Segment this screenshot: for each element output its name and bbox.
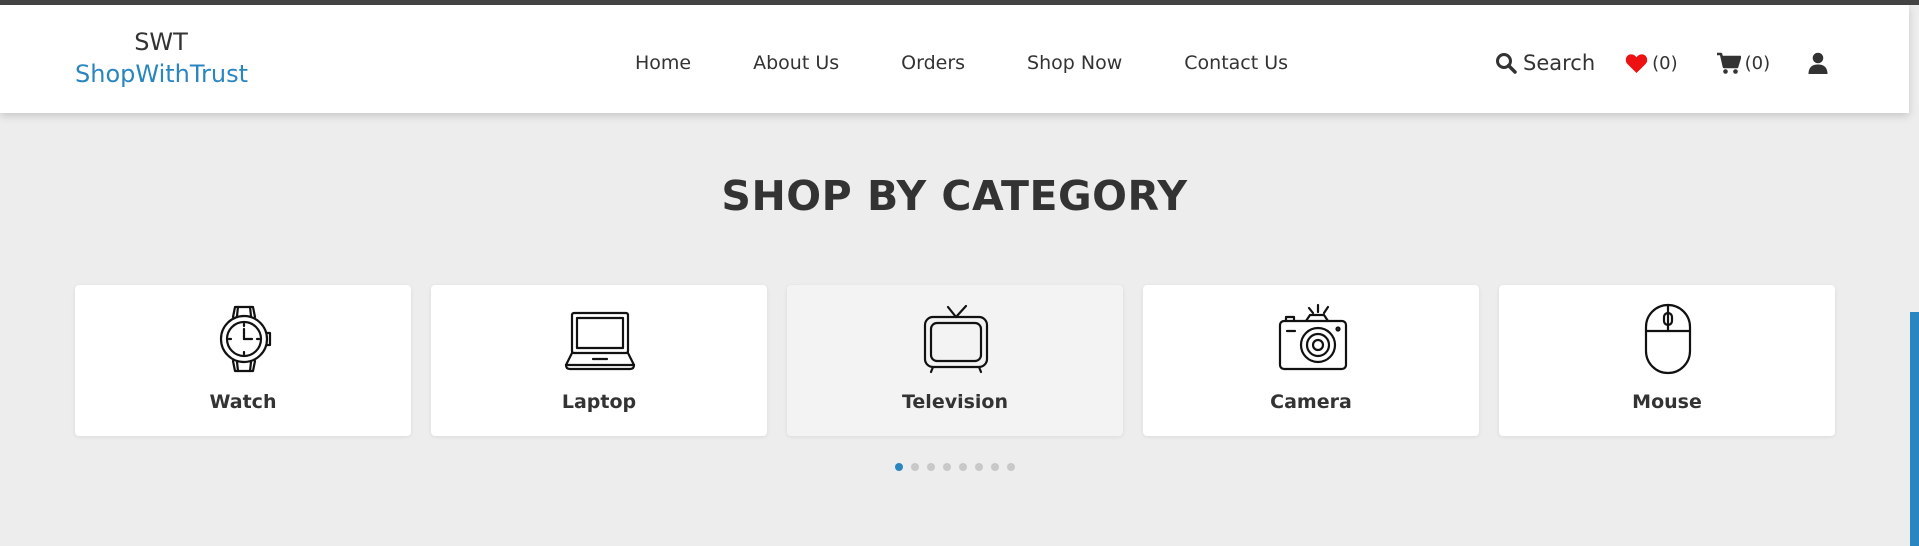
heart-icon xyxy=(1625,53,1652,74)
carousel-dot-4[interactable] xyxy=(943,463,951,471)
section-title: SHOP BY CATEGORY xyxy=(721,172,1188,220)
carousel-dot-3[interactable] xyxy=(927,463,935,471)
category-label-television: Television xyxy=(901,391,1009,413)
brand-name: ShopWithTrust xyxy=(75,60,248,88)
brand-short: SWT xyxy=(134,28,188,56)
category-carousel: Watch Laptop Television Camera Mouse xyxy=(75,285,1835,436)
search-button[interactable]: Search xyxy=(1495,51,1595,75)
carousel-pagination xyxy=(895,463,1023,471)
category-card-television[interactable]: Television xyxy=(787,285,1123,436)
category-card-laptop[interactable]: Laptop xyxy=(431,285,767,436)
carousel-dot-1[interactable] xyxy=(895,463,903,471)
nav-about-us[interactable]: About Us xyxy=(753,52,839,74)
carousel-dot-2[interactable] xyxy=(911,463,919,471)
category-card-mouse[interactable]: Mouse xyxy=(1499,285,1835,436)
carousel-dot-6[interactable] xyxy=(975,463,983,471)
mouse-icon xyxy=(1632,303,1704,375)
category-label-camera: Camera xyxy=(1270,391,1352,413)
search-icon xyxy=(1495,52,1523,74)
wishlist-count: (0) xyxy=(1652,52,1678,74)
cart-button[interactable]: (0) xyxy=(1716,52,1771,75)
carousel-dot-5[interactable] xyxy=(959,463,967,471)
account-button[interactable] xyxy=(1808,52,1828,74)
cart-icon xyxy=(1716,52,1745,75)
search-label: Search xyxy=(1523,51,1596,75)
category-label-watch: Watch xyxy=(209,391,277,413)
television-icon xyxy=(920,303,992,375)
nav-shop-now[interactable]: Shop Now xyxy=(1027,52,1122,74)
user-icon xyxy=(1808,52,1828,74)
nav-home[interactable]: Home xyxy=(635,52,691,74)
header-actions: Search (0) (0) xyxy=(1495,45,1828,81)
laptop-icon xyxy=(564,303,636,375)
category-label-laptop: Laptop xyxy=(561,391,637,413)
category-label-mouse: Mouse xyxy=(1632,391,1702,413)
main-nav: Home About Us Orders Shop Now Contact Us xyxy=(635,48,1288,78)
site-header: SWT ShopWithTrust Home About Us Orders S… xyxy=(0,5,1909,113)
wishlist-button[interactable]: (0) xyxy=(1625,53,1678,74)
category-card-watch[interactable]: Watch xyxy=(75,285,411,436)
cart-count: (0) xyxy=(1744,52,1771,74)
watch-icon xyxy=(208,303,280,375)
carousel-dot-8[interactable] xyxy=(1007,463,1015,471)
nav-orders[interactable]: Orders xyxy=(901,52,965,74)
brand-logo[interactable]: SWT ShopWithTrust xyxy=(75,27,248,91)
carousel-dot-7[interactable] xyxy=(991,463,999,471)
camera-icon xyxy=(1276,303,1348,375)
nav-contact-us[interactable]: Contact Us xyxy=(1184,52,1288,74)
category-card-camera[interactable]: Camera xyxy=(1143,285,1479,436)
scrollbar-thumb[interactable] xyxy=(1910,312,1919,546)
